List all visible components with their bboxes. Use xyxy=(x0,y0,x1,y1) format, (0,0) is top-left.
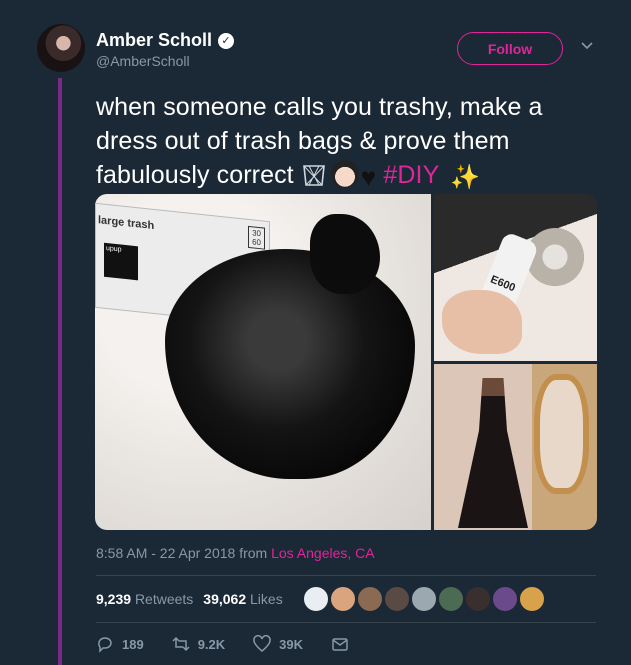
glue-and-tape-photo[interactable]: E600 xyxy=(434,194,597,361)
likes-stat[interactable]: 39,062 Likes xyxy=(203,591,282,607)
liker-avatar[interactable] xyxy=(384,586,410,612)
mirror xyxy=(534,374,589,494)
liker-avatar[interactable] xyxy=(438,586,464,612)
from-label: from xyxy=(239,545,268,561)
tweet-timestamp: 8:58 AM - 22 Apr 2018 from Los Angeles, … xyxy=(96,545,375,561)
divider xyxy=(96,575,596,576)
trash-bag-dress xyxy=(458,378,528,528)
black-heart-icon: ♥ xyxy=(360,162,377,192)
tape-roll xyxy=(526,228,584,286)
dress-photo[interactable] xyxy=(434,364,597,530)
heart-icon xyxy=(253,635,271,652)
follow-button[interactable]: Follow xyxy=(457,32,563,65)
media-grid[interactable]: large trash 30 60 upup E600 xyxy=(95,194,597,530)
liker-avatar[interactable] xyxy=(492,586,518,612)
liker-avatar[interactable] xyxy=(357,586,383,612)
retweet-icon xyxy=(172,636,190,652)
like-button[interactable]: 39K xyxy=(253,635,303,653)
black-trash-bag xyxy=(165,249,415,479)
tweet-text: when someone calls you trashy, make a dr… xyxy=(96,90,606,195)
liker-avatar[interactable] xyxy=(303,586,329,612)
reply-icon xyxy=(98,637,112,653)
reply-button[interactable]: 189 xyxy=(96,635,144,653)
retweets-stat[interactable]: 9,239 Retweets xyxy=(96,591,193,607)
tweet-time[interactable]: 8:58 AM - 22 Apr 2018 xyxy=(96,545,235,561)
tweet-stats: 9,239 Retweets 39,062 Likes xyxy=(96,591,283,607)
author-handle[interactable]: @AmberScholl xyxy=(96,53,190,69)
liker-avatars xyxy=(303,586,545,612)
liker-avatar[interactable] xyxy=(465,586,491,612)
box-brand: upup xyxy=(104,242,138,281)
direct-message-button[interactable] xyxy=(331,635,349,653)
avatar[interactable] xyxy=(37,24,85,72)
liker-avatar[interactable] xyxy=(330,586,356,612)
reply-count: 189 xyxy=(122,636,144,652)
liker-avatar[interactable] xyxy=(411,586,437,612)
hand xyxy=(442,290,522,354)
chevron-down-icon[interactable] xyxy=(580,38,594,52)
bride-with-veil-icon xyxy=(330,160,359,188)
envelope-icon xyxy=(332,638,348,651)
hashtag-link[interactable]: #DIY xyxy=(383,161,439,189)
retweet-button[interactable]: 9.2K xyxy=(172,635,225,653)
like-count: 39K xyxy=(279,636,304,652)
tweet-actions: 189 9.2K 39K xyxy=(96,635,349,653)
box-label: large trash xyxy=(98,214,155,233)
trash-bag-photo[interactable]: large trash 30 60 upup xyxy=(95,194,431,530)
wastebasket-icon xyxy=(301,161,327,186)
verified-badge-icon: ✓ xyxy=(218,32,235,49)
author-name-row[interactable]: Amber Scholl ✓ xyxy=(96,30,235,51)
sparkles-icon: ✨ xyxy=(449,164,480,191)
divider xyxy=(96,622,596,623)
retweet-count: 9.2K xyxy=(197,636,226,652)
tweet-location[interactable]: Los Angeles, CA xyxy=(271,545,375,561)
thread-line xyxy=(58,78,62,665)
box-count: 30 60 xyxy=(248,225,265,250)
trash-bag-knot xyxy=(310,214,380,294)
liker-avatar[interactable] xyxy=(519,586,545,612)
author-name[interactable]: Amber Scholl xyxy=(96,30,212,51)
